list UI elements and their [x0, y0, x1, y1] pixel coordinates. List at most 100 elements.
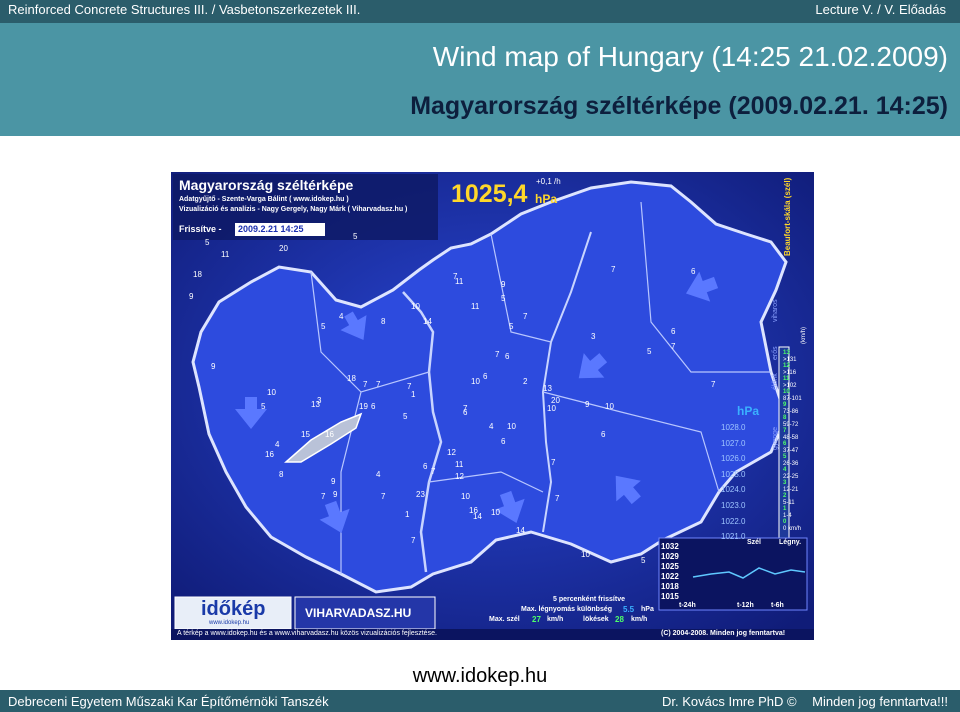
wind-map-image: Magyarország széltérképe Adatgyűjtő - Sz… [171, 172, 814, 640]
beaufort-level: 8 [783, 415, 787, 421]
mini-chart-value: 1018 [661, 582, 679, 591]
station-wind-value: 10 [491, 508, 500, 517]
beaufort-range: 1-4 [783, 512, 792, 519]
station-wind-value: 7 [431, 467, 436, 476]
station-wind-value: 6 [423, 462, 428, 471]
station-wind-value: 12 [455, 472, 464, 481]
beaufort-level: 9 [783, 402, 787, 408]
station-wind-value: 9 [501, 280, 506, 289]
hpa-scale-value: 1026.0 [721, 454, 746, 464]
station-wind-value: 7 [411, 536, 416, 545]
station-wind-value: 19 [359, 402, 368, 411]
intensity-word: viharos [772, 299, 779, 322]
stats-pressure-value: 5.5 [623, 605, 635, 614]
station-wind-value: 6 [601, 430, 606, 439]
station-wind-value: 5 [321, 322, 326, 331]
refresh-note: 5 percenként frissítve [553, 596, 625, 603]
station-wind-value: 14 [423, 317, 432, 326]
intensity-word: gyenge [772, 427, 779, 450]
author-credit: Dr. Kovács Imre PhD © [662, 694, 797, 709]
station-wind-value: 5 [353, 232, 358, 241]
station-wind-value: 9 [189, 292, 194, 301]
station-wind-value: 6 [505, 352, 510, 361]
stats-gust-unit: km/h [631, 616, 648, 623]
beaufort-level: 10 [783, 389, 790, 395]
mini-chart-value: 1025 [661, 562, 679, 571]
station-wind-value: 7 [551, 458, 556, 467]
intensity-word: élénk [772, 373, 779, 390]
beaufort-range: 73-86 [783, 408, 799, 415]
beaufort-range: 87-101 [783, 395, 802, 402]
beaufort-range: 5-11 [783, 499, 795, 506]
station-wind-value: 10 [461, 492, 470, 501]
stats-gust-label: lökések [583, 616, 609, 623]
station-wind-value: 5 [641, 556, 646, 565]
beaufort-row: 0 km/h [783, 526, 813, 533]
station-wind-value: 8 [279, 470, 284, 479]
slide-title-english: Wind map of Hungary (14:25 21.02.2009) [432, 41, 948, 72]
mini-chart-axis: 1032 1029 1025 1022 1018 1015 [661, 542, 691, 602]
station-wind-value: 6 [691, 267, 696, 276]
beaufort-range: 26-36 [783, 460, 799, 467]
map-visualization-credit: Vizualizáció és analízis - Nagy Gergely,… [179, 206, 408, 213]
pressure-change: +0,1 /h [536, 177, 561, 186]
station-wind-value: 16 [265, 450, 274, 459]
beaufort-level: 7 [783, 428, 787, 434]
station-wind-value: 7 [671, 342, 676, 351]
station-wind-value: 1 [405, 510, 410, 519]
idokep-logo-url: www.idokep.hu [209, 620, 250, 626]
pressure-unit: hPa [535, 192, 558, 206]
station-wind-value: 4 [275, 440, 280, 449]
mini-chart-tick: t-12h [737, 602, 754, 609]
station-wind-value: 7 [321, 492, 326, 501]
station-wind-value: 9 [211, 362, 216, 371]
slide-title-hungarian: Magyarország széltérképe (2009.02.21. 14… [410, 92, 948, 120]
refreshed-label: Frissítve - [179, 224, 222, 234]
beaufort-level: 0 [783, 519, 787, 525]
legend-pressure: Légny. [779, 539, 802, 546]
station-wind-value: 6 [483, 372, 488, 381]
station-wind-value: 5 [509, 322, 514, 331]
map-heading: Magyarország széltérképe [179, 177, 354, 193]
station-wind-value: 3 [317, 396, 322, 405]
beaufort-level: 12 [783, 363, 790, 369]
beaufort-level: 5 [783, 454, 787, 460]
footer-bar: Debreceni Egyetem Műszaki Kar Építőmérnö… [0, 690, 960, 712]
station-wind-value: 9 [333, 490, 338, 499]
station-wind-value: 11 [455, 277, 464, 286]
beaufort-level: 1 [783, 506, 787, 512]
idokep-logo-text: időkép [201, 598, 266, 620]
station-wind-value: 7 [376, 380, 381, 389]
beaufort-range: >116 [783, 369, 797, 376]
stats-gust-value: 28 [615, 615, 624, 624]
map-footer-copyright: (C) 2004-2008. Minden jog fenntartva! [661, 630, 786, 637]
legend-wind: Szél [747, 539, 762, 546]
beaufort-range: >102 [783, 382, 797, 389]
hpa-scale-value: 1023.0 [721, 500, 746, 510]
station-wind-value: 6 [371, 402, 376, 411]
station-wind-value: 1 [411, 390, 416, 399]
station-wind-value: 9 [331, 477, 336, 486]
station-wind-value: 10 [507, 422, 516, 431]
station-wind-value: 5 [403, 412, 408, 421]
station-wind-value: 2 [523, 377, 528, 386]
beaufort-range: 0 km/h [783, 525, 802, 532]
station-wind-value: 10 [605, 402, 614, 411]
station-wind-value: 7 [523, 312, 528, 321]
mini-chart-tick: t-6h [771, 602, 784, 609]
station-wind-value: 11 [455, 460, 464, 469]
station-wind-value: 10 [267, 388, 276, 397]
station-wind-value: 7 [495, 350, 500, 359]
institution-name: Debreceni Egyetem Műszaki Kar Építőmérnö… [8, 694, 329, 709]
stats-pressure-label: Max. légnyomás különbség [521, 606, 613, 613]
course-title: Reinforced Concrete Structures III. / Va… [8, 2, 361, 17]
station-wind-value: 14 [473, 512, 482, 521]
hpa-scale-value: 1025.0 [721, 469, 746, 479]
beaufort-range: >131 [783, 356, 797, 363]
station-wind-value: 18 [193, 270, 202, 279]
station-wind-value: 23 [416, 490, 425, 499]
stats-wind-label: Max. szél [489, 616, 520, 623]
station-wind-value: 18 [347, 374, 356, 383]
station-wind-value: 10 [411, 302, 420, 311]
hpa-scale-value: 1022.0 [721, 516, 746, 526]
